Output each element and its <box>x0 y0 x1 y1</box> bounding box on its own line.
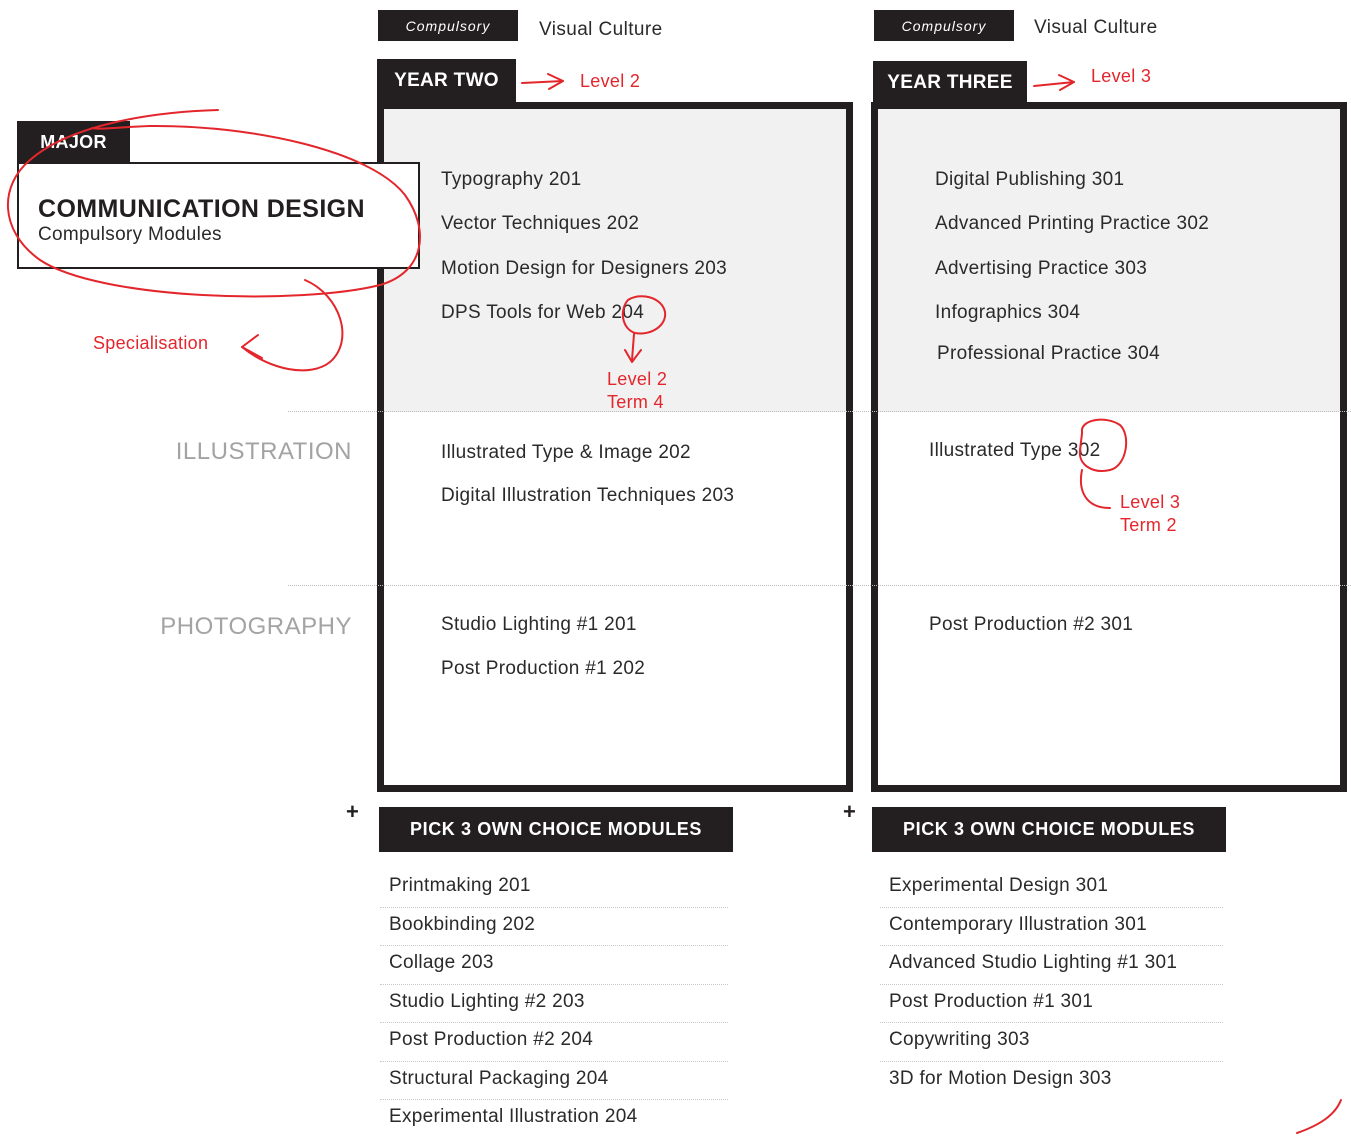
year-three-compulsory-module: Visual Culture <box>1034 17 1158 38</box>
annotation-level-2: Level 2 <box>580 71 641 91</box>
y3-core-module: Professional Practice 304 <box>937 343 1160 364</box>
y3-illustration-module: Illustrated Type 302 <box>929 440 1101 462</box>
annotation-y2-term-line1: Level 2 <box>607 369 668 389</box>
year-three-choice-item: 3D for Motion Design 303 <box>889 1067 1112 1089</box>
year-two-choice-item: Collage 203 <box>380 946 728 985</box>
annotation-y2-term: Level 2 Term 4 <box>607 368 667 414</box>
annotation-level-3: Level 3 <box>1091 66 1152 86</box>
level2-arrow-stroke <box>521 80 564 84</box>
year-three-tab: YEAR THREE <box>873 61 1027 105</box>
year-three-plus: + <box>843 799 856 824</box>
year-two-pick-tab: PICK 3 OWN CHOICE MODULES <box>379 807 733 852</box>
major-subtitle: Compulsory Modules <box>38 224 222 245</box>
year-two-choice-item: Studio Lighting #2 203 <box>380 985 728 1023</box>
year-three-choice-list: Experimental Design 301 Contemporary Ill… <box>880 869 1223 1100</box>
major-tab: MAJOR <box>17 121 130 163</box>
year-two-compulsory-tag: Compulsory <box>378 10 518 41</box>
year-two-tab: YEAR TWO <box>377 59 516 103</box>
separator-illustration <box>288 411 1351 412</box>
y3-photography-module: Post Production #2 301 <box>929 614 1134 635</box>
y2-illustration-module: Digital Illustration Techniques 203 <box>441 485 735 506</box>
year-three-choice-item: Copywriting 303 <box>880 1023 1223 1062</box>
year-two-choice-list: Printmaking 201 Bookbinding 202 Collage … <box>380 869 728 1139</box>
annotation-y2-term-line2: Term 4 <box>607 392 664 412</box>
annotation-y3-term: Level 3 Term 2 <box>1120 491 1180 537</box>
year-two-choice-item: Post Production #2 204 <box>380 1023 728 1062</box>
specialisation-photography: PHOTOGRAPHY <box>160 613 352 640</box>
y3-core-module: Digital Publishing 301 <box>935 169 1125 190</box>
year-three-compulsory-tag: Compulsory <box>874 10 1014 41</box>
year-two-compulsory-module: Visual Culture <box>539 19 663 40</box>
y2-dps-name: DPS Tools for Web <box>441 302 612 323</box>
year-two-choice-item: Printmaking 201 <box>380 869 728 908</box>
year-three-choice-item: Advanced Studio Lighting #1 301 <box>880 946 1223 985</box>
y2-core-module: Motion Design for Designers 203 <box>441 258 727 279</box>
specialisation-arrowhead-stroke <box>241 334 263 359</box>
y2-core-module: Vector Techniques 202 <box>441 213 640 234</box>
specialisation-illustration: ILLUSTRATION <box>175 438 352 465</box>
year-two-choice-item: Bookbinding 202 <box>380 908 728 946</box>
year-three-choice-item: Contemporary Illustration 301 <box>880 908 1223 946</box>
y3-core-module: Advanced Printing Practice 302 <box>935 213 1210 234</box>
year-three-pick-tab: PICK 3 OWN CHOICE MODULES <box>872 807 1226 852</box>
y2-core-module: Typography 201 <box>441 169 582 190</box>
major-title: COMMUNICATION DESIGN <box>38 195 365 223</box>
level3-arrow-stroke <box>1033 81 1075 87</box>
y2-illustration-module: Illustrated Type & Image 202 <box>441 442 691 463</box>
y3-core-module: Infographics 304 <box>935 302 1081 323</box>
separator-photography <box>288 585 1351 586</box>
year-two-plus: + <box>346 799 359 824</box>
y2-dps-code: 204 <box>611 302 645 323</box>
level2-arrowhead-stroke <box>547 73 564 90</box>
annotation-y3-term-line1: Level 3 <box>1120 492 1181 512</box>
annotation-y3-term-line2: Term 2 <box>1120 515 1177 535</box>
level3-arrowhead-stroke <box>1058 74 1075 91</box>
stray-stroke <box>1296 1099 1342 1134</box>
year-two-choice-item: Structural Packaging 204 <box>380 1062 728 1100</box>
y3-illustration-code: 302 <box>1067 440 1101 461</box>
specialisation-arrow-stroke <box>241 279 344 372</box>
y2-core-module-dps: DPS Tools for Web 204 <box>441 302 644 324</box>
annotation-specialisation: Specialisation <box>93 333 209 353</box>
major-box: COMMUNICATION DESIGN Compulsory Modules <box>17 162 420 269</box>
y2-photography-module: Studio Lighting #1 201 <box>441 614 637 635</box>
y3-core-module: Advertising Practice 303 <box>935 258 1148 279</box>
y2-photography-module: Post Production #1 202 <box>441 658 646 679</box>
year-three-choice-item: Experimental Design 301 <box>880 869 1223 908</box>
year-three-choice-item: Post Production #1 301 <box>880 985 1223 1023</box>
y3-illustration-name: Illustrated Type <box>929 440 1068 461</box>
year-two-choice-item: Experimental Illustration 204 <box>389 1106 638 1127</box>
